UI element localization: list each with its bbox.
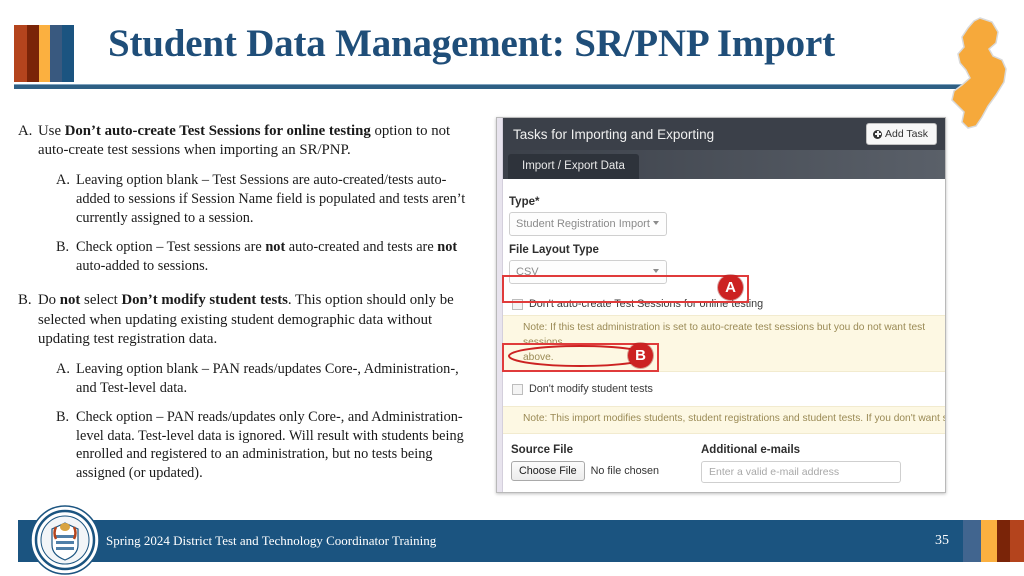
nj-department-of-education-seal <box>30 505 100 575</box>
list-marker: B. <box>18 292 32 309</box>
chevron-down-icon <box>653 221 659 225</box>
file-picker[interactable]: Choose File No file chosen <box>511 461 701 482</box>
annotation-badge-a: A <box>718 275 743 300</box>
file-layout-type-value: CSV <box>516 266 539 278</box>
list-text: Check option – Test sessions are not aut… <box>76 239 458 274</box>
pan-screenshot-panel: Tasks for Importing and Exporting Add Ta… <box>496 117 946 493</box>
title-underline-rule <box>14 84 989 89</box>
list-text: Leaving option blank – Test Sessions are… <box>76 172 466 226</box>
source-file-column: Source File Choose File No file chosen <box>511 444 701 483</box>
footer-stripe-1 <box>963 520 981 562</box>
plus-circle-icon <box>873 129 882 139</box>
note-auto-create-sessions: Note: If this test administration is set… <box>497 315 945 373</box>
list-item: B. Check option – Test sessions are not … <box>56 238 480 275</box>
form-action-buttons: Process Reset <box>509 483 945 492</box>
page-title: Student Data Management: SR/PNP Import <box>108 22 835 65</box>
source-file-label: Source File <box>511 444 573 457</box>
type-select-value: Student Registration Import <box>516 218 650 230</box>
additional-emails-label: Additional e-mails <box>701 444 801 457</box>
footer-text: Spring 2024 District Test and Technology… <box>106 533 437 548</box>
list-item: B. Do not select Don’t modify student te… <box>18 291 480 349</box>
accent-stripe-2 <box>27 25 39 82</box>
checkbox-row-no-modify-student-tests[interactable]: Don't modify student tests <box>509 378 945 400</box>
type-label: Type* <box>509 196 540 208</box>
panel-left-edge <box>497 118 503 492</box>
accent-stripe-5 <box>62 25 74 82</box>
type-select[interactable]: Student Registration Import <box>509 212 667 236</box>
list-text: Use Don’t auto-create Test Sessions for … <box>38 123 451 159</box>
checkbox-no-modify-student-tests[interactable] <box>512 383 523 395</box>
list-text: Do not select Don’t modify student tests… <box>38 292 454 347</box>
list-item: B. Check option – PAN reads/updates only… <box>56 408 480 482</box>
screenshot-topbar-title: Tasks for Importing and Exporting <box>513 126 715 142</box>
list-marker: A. <box>56 361 70 378</box>
accent-stripe-3 <box>39 25 50 82</box>
screenshot-topbar: Tasks for Importing and Exporting Add Ta… <box>497 118 945 150</box>
screenshot-form-body: Type* Student Registration Import File L… <box>497 179 945 492</box>
screenshot-tabbar: Import / Export Data <box>497 150 945 179</box>
accent-stripe-1 <box>14 25 27 82</box>
list-text: Check option – PAN reads/updates only Co… <box>76 409 464 481</box>
note-modify-student-tests: Note: This import modifies students, stu… <box>497 406 945 435</box>
list-item: A. Leaving option blank – PAN reads/upda… <box>56 360 480 397</box>
slide-body-text: A. Use Don’t auto-create Test Sessions f… <box>18 122 480 494</box>
add-task-label: Add Task <box>885 128 928 140</box>
list-item: A. Leaving option blank – Test Sessions … <box>56 171 480 227</box>
list-marker: B. <box>56 239 70 256</box>
list-marker: B. <box>56 409 70 426</box>
additional-emails-input[interactable]: Enter a valid e-mail address <box>701 461 901 484</box>
header-accent-stripes <box>14 25 74 82</box>
footer-page-number: 35 <box>935 533 949 548</box>
file-layout-type-label: File Layout Type <box>509 244 599 256</box>
checkbox-label-no-modify-student-tests: Don't modify student tests <box>529 383 653 396</box>
add-task-button[interactable]: Add Task <box>866 123 937 145</box>
list-text: Leaving option blank – PAN reads/updates… <box>76 361 459 396</box>
footer-main-bar: Spring 2024 District Test and Technology… <box>18 520 963 562</box>
footer-stripe-4 <box>1010 520 1024 562</box>
required-asterisk: * <box>535 196 540 208</box>
list-item: A. Use Don’t auto-create Test Sessions f… <box>18 122 480 160</box>
slide-canvas: Student Data Management: SR/PNP Import A… <box>0 0 1024 576</box>
list-marker: A. <box>56 172 70 189</box>
list-marker: A. <box>18 123 33 139</box>
new-jersey-map-icon <box>951 17 1007 129</box>
file-layout-type-select[interactable]: CSV <box>509 260 667 284</box>
additional-emails-placeholder: Enter a valid e-mail address <box>709 466 840 479</box>
additional-emails-column: Additional e-mails Enter a valid e-mail … <box>701 444 901 484</box>
slide-footer: Spring 2024 District Test and Technology… <box>18 520 1024 562</box>
chevron-down-icon <box>653 269 659 273</box>
choose-file-button[interactable]: Choose File <box>511 461 585 482</box>
no-file-chosen-label: No file chosen <box>590 465 660 478</box>
tab-import-export-data[interactable]: Import / Export Data <box>508 154 639 179</box>
footer-stripe-3 <box>997 520 1010 562</box>
checkbox-no-auto-create-sessions[interactable] <box>512 298 523 310</box>
footer-stripe-2 <box>981 520 997 562</box>
source-file-and-emails-row: Source File Choose File No file chosen A… <box>509 434 945 484</box>
accent-stripe-4 <box>50 25 62 82</box>
annotation-badge-b: B <box>628 343 653 368</box>
